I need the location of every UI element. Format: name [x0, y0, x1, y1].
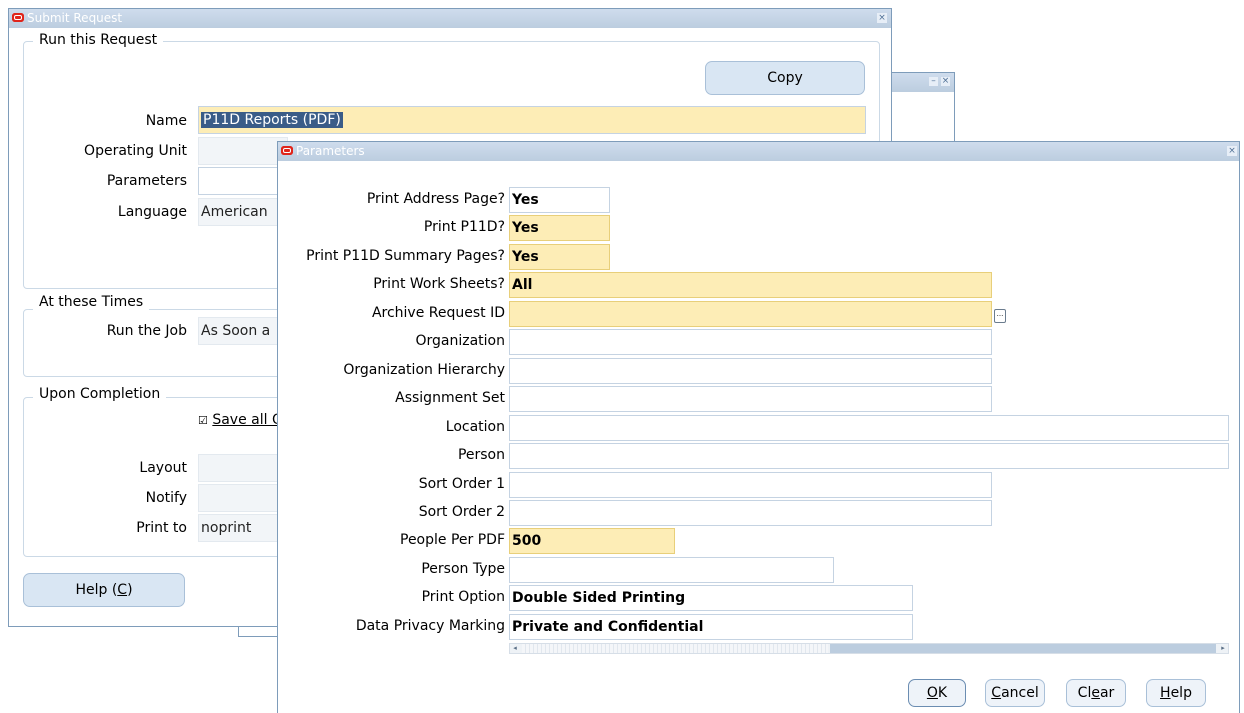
print-to-field[interactable]: noprint [198, 514, 288, 542]
oracle-logo-icon [281, 146, 293, 155]
cancel-button[interactable]: Cancel [985, 679, 1045, 707]
print-address-page-label: Print Address Page? [366, 191, 505, 207]
location-field[interactable] [509, 415, 1229, 441]
person-field[interactable] [509, 443, 1229, 469]
print-option-field[interactable]: Double Sided Printing [509, 585, 913, 611]
upon-completion-heading: Upon Completion [33, 386, 167, 402]
clear-button-key: e [1091, 685, 1100, 701]
help-button-key: H [1160, 685, 1171, 701]
archive-request-id-label: Archive Request ID [371, 305, 505, 321]
data-privacy-marking-field[interactable]: Private and Confidential [509, 614, 913, 640]
person-label: Person [457, 447, 505, 463]
person-type-label: Person Type [421, 561, 505, 577]
ok-button[interactable]: OK [908, 679, 966, 707]
help-button[interactable]: Help (C) [23, 573, 185, 607]
language-field[interactable]: American [198, 198, 288, 226]
help-button-rest: elp [1170, 685, 1192, 701]
print-p11d-label: Print P11D? [423, 219, 505, 235]
scrollbar-thumb[interactable] [522, 644, 828, 653]
help-button-label: Help ( [75, 582, 118, 598]
people-per-pdf-label: People Per PDF [400, 532, 505, 548]
close-icon[interactable]: × [941, 77, 950, 86]
organization-label: Organization [415, 333, 505, 349]
print-option-label: Print Option [421, 589, 505, 605]
clear-button-rest: ar [1099, 685, 1115, 701]
sort-order-1-field[interactable] [509, 472, 992, 498]
data-privacy-marking-label: Data Privacy Marking [355, 618, 505, 634]
help-button-close: ) [127, 582, 133, 598]
language-label: Language [117, 204, 187, 220]
print-to-label: Print to [136, 520, 187, 536]
layout-field[interactable] [198, 454, 288, 482]
cancel-button-key: C [991, 685, 1002, 701]
ok-button-rest: K [937, 685, 948, 701]
name-label: Name [145, 113, 187, 129]
print-work-sheets-field[interactable]: All [509, 272, 992, 298]
save-all-output-checkbox[interactable]: ☑ Save all O [198, 412, 283, 428]
parameters-window: Parameters × Print Address Page? Yes Print… [277, 141, 1240, 713]
print-p11d-field[interactable]: Yes [509, 215, 610, 241]
notify-field[interactable] [198, 484, 288, 512]
save-all-output-label: Save all O [212, 412, 283, 428]
assignment-set-label: Assignment Set [395, 390, 505, 406]
location-label: Location [445, 419, 505, 435]
assignment-set-field[interactable] [509, 386, 992, 412]
parameters-label: Parameters [106, 173, 187, 189]
ok-button-key: O [926, 685, 938, 701]
scrollbar-track [830, 644, 1216, 653]
help-button[interactable]: Help [1146, 679, 1206, 707]
organization-hierarchy-field[interactable] [509, 358, 992, 384]
parameters-titlebar: Parameters × [278, 142, 1239, 161]
checkbox-checked-icon: ☑ [198, 414, 208, 427]
notify-label: Notify [145, 490, 187, 506]
parameters-field[interactable] [198, 167, 288, 195]
scroll-left-icon[interactable]: ◂ [510, 644, 520, 653]
operating-unit-label: Operating Unit [84, 143, 187, 159]
window-title: Parameters [296, 144, 365, 158]
people-per-pdf-field[interactable]: 500 [509, 528, 675, 554]
clear-button-pre: Cl [1077, 685, 1092, 701]
clear-button[interactable]: Clear [1066, 679, 1126, 707]
organization-field[interactable] [509, 329, 992, 355]
layout-label: Layout [139, 460, 187, 476]
print-p11d-summary-pages-label: Print P11D Summary Pages? [306, 248, 505, 264]
run-request-heading: Run this Request [33, 32, 164, 48]
run-the-job-label: Run the Job [106, 323, 187, 339]
name-value: P11D Reports (PDF) [201, 112, 343, 128]
run-the-job-field[interactable]: As Soon a [198, 317, 288, 345]
close-icon[interactable]: × [877, 13, 887, 23]
print-work-sheets-label: Print Work Sheets? [373, 276, 505, 292]
organization-hierarchy-label: Organization Hierarchy [343, 362, 505, 378]
sort-order-2-label: Sort Order 2 [418, 504, 505, 520]
sort-order-1-label: Sort Order 1 [418, 476, 505, 492]
name-field[interactable]: P11D Reports (PDF) [198, 106, 866, 134]
operating-unit-field[interactable] [198, 137, 288, 165]
help-button-key: C [117, 582, 128, 598]
lov-ellipsis-button[interactable]: ... [994, 309, 1006, 323]
archive-request-id-field[interactable] [509, 301, 992, 327]
cancel-button-rest: ancel [1001, 685, 1039, 701]
person-type-field[interactable] [509, 557, 834, 583]
horizontal-scrollbar[interactable]: ◂ ▸ [509, 643, 1229, 654]
window-title: Submit Request [27, 11, 123, 25]
close-icon[interactable]: × [1227, 146, 1237, 156]
print-p11d-summary-pages-field[interactable]: Yes [509, 244, 610, 270]
minimize-icon[interactable]: – [929, 77, 938, 86]
print-address-page-field[interactable]: Yes [509, 187, 610, 213]
oracle-logo-icon [12, 13, 24, 22]
sort-order-2-field[interactable] [509, 500, 992, 526]
scroll-right-icon[interactable]: ▸ [1218, 644, 1228, 653]
submit-request-titlebar: Submit Request × [9, 9, 891, 28]
at-these-times-heading: At these Times [33, 294, 150, 310]
copy-button[interactable]: Copy [705, 61, 865, 95]
